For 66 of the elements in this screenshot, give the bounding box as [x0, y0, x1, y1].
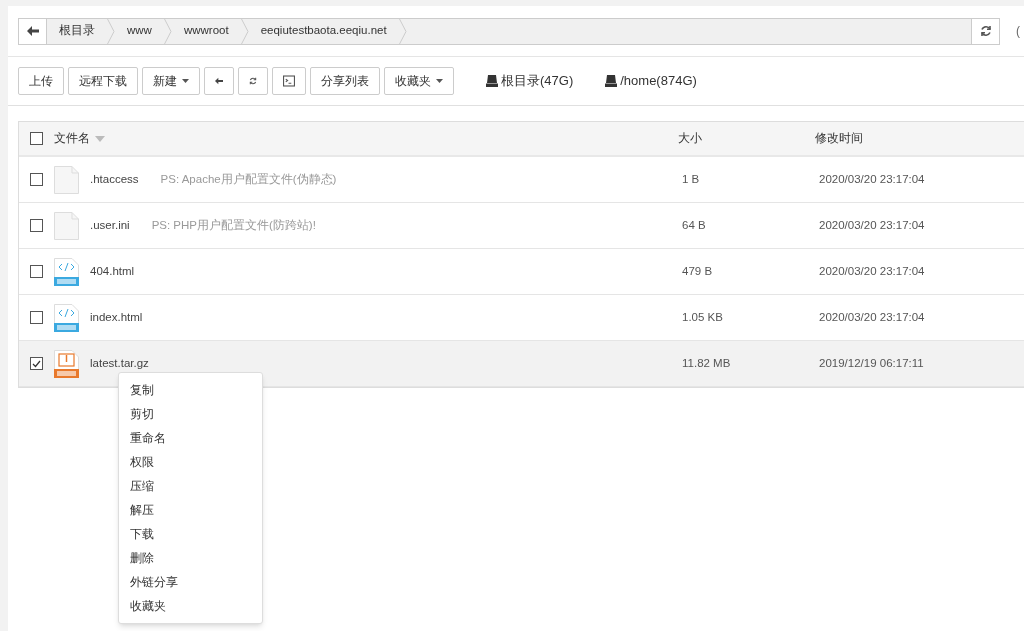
sort-caret-icon: [95, 135, 105, 142]
menu-item[interactable]: 下载: [119, 522, 262, 546]
file-note: PS: Apache用户配置文件(伪静态): [160, 171, 337, 187]
caret-icon: [436, 79, 443, 83]
file-name[interactable]: index.html: [90, 308, 143, 327]
disk-link[interactable]: 根目录(47G): [501, 71, 574, 91]
refresh-icon: [249, 75, 257, 87]
back-arrow-icon: [26, 26, 39, 36]
summary-text: (: [1016, 23, 1020, 40]
back-button[interactable]: [19, 18, 47, 44]
checkbox[interactable]: [30, 132, 43, 145]
back-arrow-icon: [215, 76, 223, 86]
archive-file-icon: [54, 349, 79, 378]
breadcrumb-item[interactable]: 根目录: [47, 22, 107, 40]
file-name[interactable]: 404.html: [90, 262, 135, 281]
file-name[interactable]: .user.ini: [90, 216, 130, 235]
modified-time: 2019/12/19 06:17:11: [819, 355, 925, 371]
dropdown-button[interactable]: 新建: [142, 67, 200, 95]
menu-item[interactable]: 压缩: [119, 474, 262, 498]
checkbox[interactable]: [30, 311, 43, 324]
file-name[interactable]: .htaccess: [90, 170, 139, 189]
file-note: PS: PHP用户配置文件(防跨站)!: [151, 217, 316, 233]
column-header[interactable]: 文件名: [54, 129, 90, 148]
toolbar-button[interactable]: 远程下载: [68, 67, 138, 95]
menu-item[interactable]: 删除: [119, 546, 262, 570]
file-size: 1.05 KB: [682, 309, 724, 325]
menu-item[interactable]: 解压: [119, 498, 262, 522]
refresh-icon: [979, 25, 992, 37]
terminal-icon: [283, 75, 295, 87]
caret-icon: [182, 79, 189, 83]
checkbox[interactable]: [30, 265, 43, 278]
file-size: 11.82 MB: [682, 355, 732, 371]
file-size: 479 B: [682, 263, 714, 279]
menu-item[interactable]: 外链分享: [119, 570, 262, 594]
breadcrumb-item[interactable]: wwwroot: [171, 22, 241, 40]
disk-link[interactable]: /home(874G): [620, 71, 697, 91]
column-header[interactable]: 修改时间: [815, 129, 863, 148]
html-file-icon: [54, 303, 79, 332]
breadcrumb-item[interactable]: www: [115, 22, 164, 40]
file-icon: [54, 165, 79, 194]
menu-item[interactable]: 剪切: [119, 402, 262, 426]
modified-time: 2020/03/20 23:17:04: [819, 217, 926, 233]
file-icon: [54, 211, 79, 240]
file-size: 1 B: [682, 171, 701, 187]
breadcrumb-item[interactable]: eeqiutestbaota.eeqiu.net: [248, 22, 399, 40]
hard-drive-icon: [605, 75, 618, 87]
modified-time: 2020/03/20 23:17:04: [819, 263, 926, 279]
menu-item[interactable]: 复制: [119, 378, 262, 402]
checkbox[interactable]: [30, 219, 43, 232]
column-header[interactable]: 大小: [678, 129, 815, 148]
toolbar-button[interactable]: 分享列表: [310, 67, 380, 95]
hard-drive-icon: [486, 75, 498, 87]
modified-time: 2020/03/20 23:17:04: [819, 309, 926, 325]
toolbar-button[interactable]: 上传: [18, 67, 64, 95]
dropdown-button[interactable]: 收藏夹: [384, 67, 454, 95]
modified-time: 2020/03/20 23:17:04: [819, 171, 926, 187]
menu-item[interactable]: 权限: [119, 450, 262, 474]
checkbox[interactable]: [30, 357, 43, 370]
menu-item[interactable]: 收藏夹: [119, 594, 262, 618]
checkbox[interactable]: [30, 173, 43, 186]
file-size: 64 B: [682, 217, 707, 233]
terminal-button[interactable]: [272, 67, 306, 95]
refresh-button[interactable]: [971, 18, 999, 44]
html-file-icon: [54, 257, 79, 286]
file-name[interactable]: latest.tar.gz: [90, 354, 149, 373]
menu-item[interactable]: 重命名: [119, 426, 262, 450]
